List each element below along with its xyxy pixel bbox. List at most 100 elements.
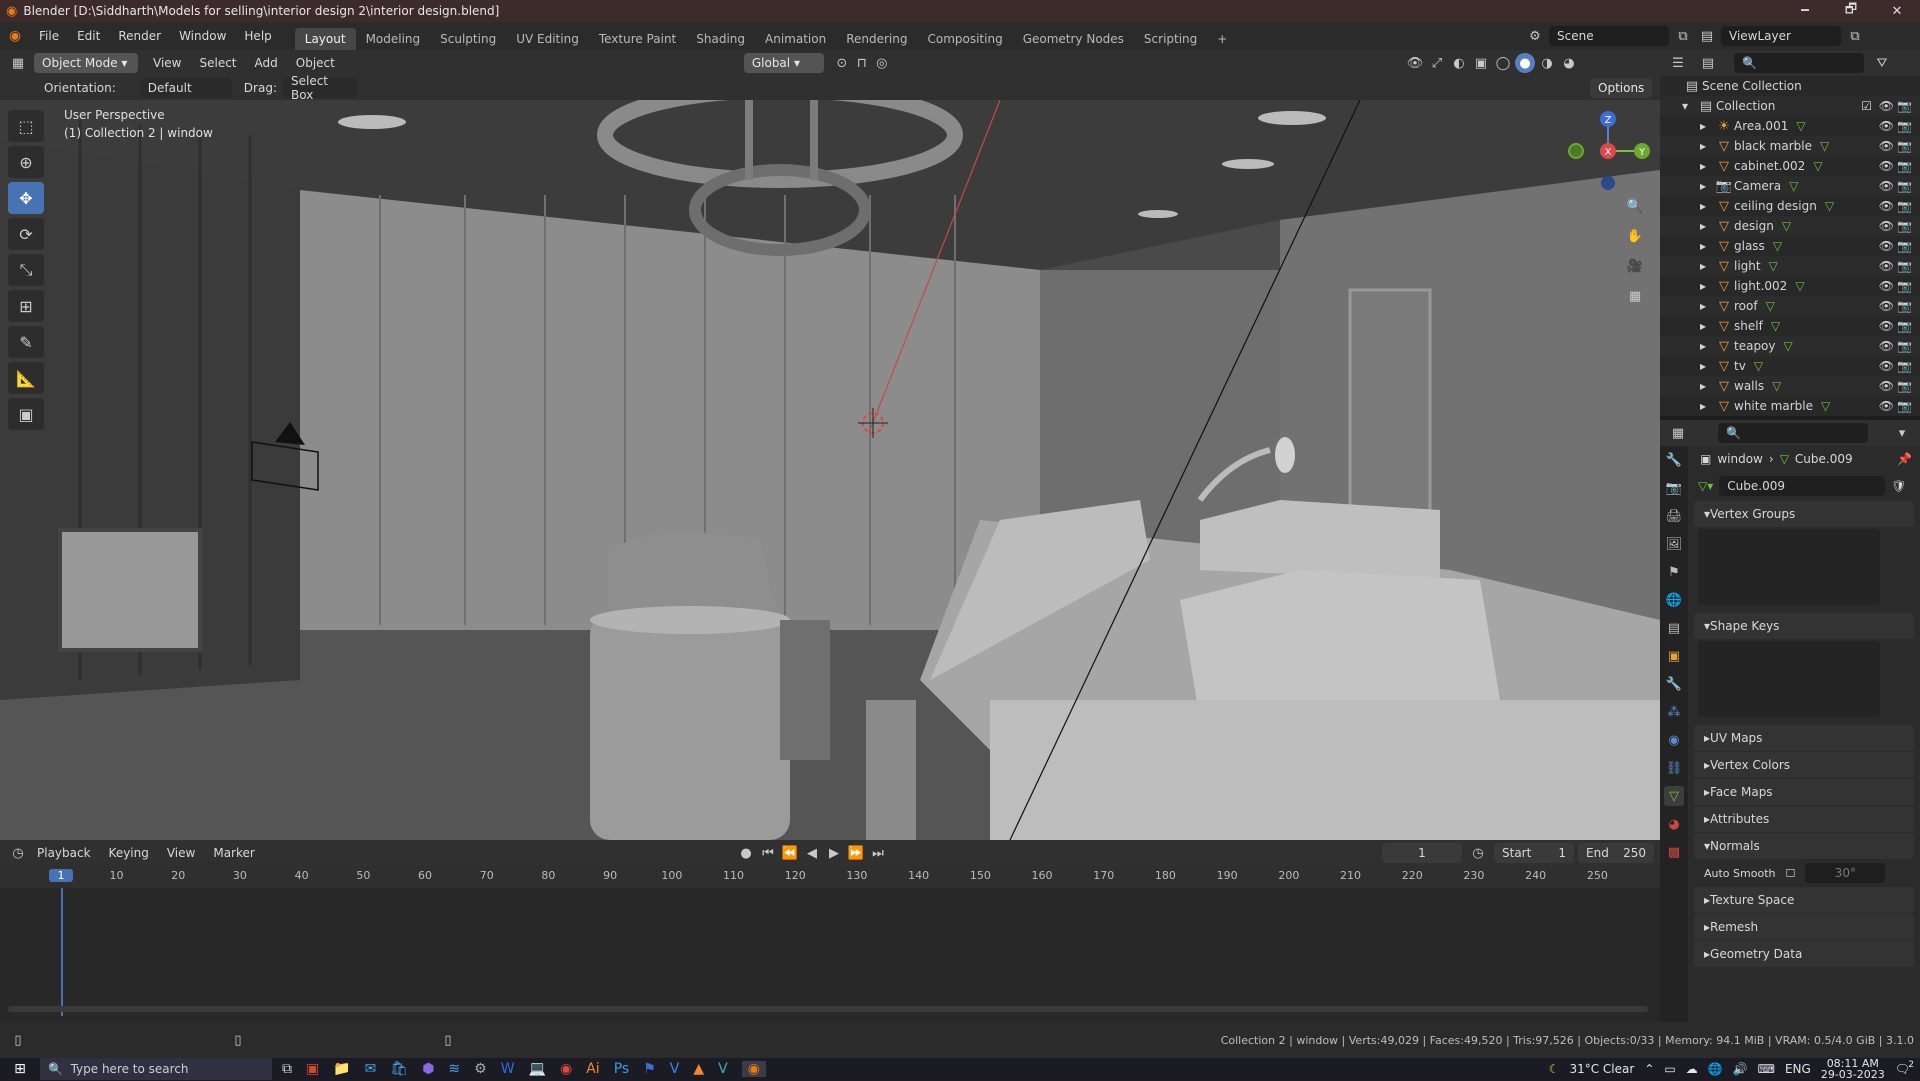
solid-shading-icon[interactable]: ● xyxy=(1515,53,1535,73)
menu-render[interactable]: Render xyxy=(109,29,170,43)
outliner-item[interactable]: ▸ ▽ roof ▽ 👁 📷 xyxy=(1660,296,1920,316)
outliner-item[interactable]: ▸ ▽ teapoy ▽ 👁 📷 xyxy=(1660,336,1920,356)
expand-item-icon[interactable]: ▸ xyxy=(1700,319,1714,333)
measure-tool-icon[interactable]: 📐 xyxy=(8,362,44,394)
play-reverse-icon[interactable]: ◀ xyxy=(802,843,822,863)
scale-tool-icon[interactable]: ⤡ xyxy=(8,254,44,286)
visibility-toggle-icon[interactable]: 👁 xyxy=(1879,139,1894,153)
expand-item-icon[interactable]: ▸ xyxy=(1700,219,1714,233)
fake-user-icon[interactable]: 🛡 xyxy=(1891,479,1906,493)
app-icon-gear[interactable]: ⚙ xyxy=(474,1061,487,1077)
panel-header[interactable]: ▾ Vertex Groups xyxy=(1694,501,1914,527)
object-data-icon[interactable]: ▽ xyxy=(1784,339,1793,353)
start-frame-field[interactable]: Start 1 xyxy=(1494,843,1574,863)
render-toggle-icon[interactable]: 📷 xyxy=(1897,179,1912,193)
auto-smooth-angle-field[interactable]: 30° xyxy=(1805,863,1886,883)
panel-header[interactable]: ▾ Normals xyxy=(1694,833,1914,859)
outliner-item[interactable]: ▸ ▽ cabinet.002 ▽ 👁 📷 xyxy=(1660,156,1920,176)
rotate-tool-icon[interactable]: ⟳ xyxy=(8,218,44,250)
expand-item-icon[interactable]: ▸ xyxy=(1700,179,1714,193)
blender-taskbar-icon[interactable]: ◉ xyxy=(741,1061,766,1077)
outliner-item[interactable]: ▸ ▽ walls ▽ 👁 📷 xyxy=(1660,376,1920,396)
expand-item-icon[interactable]: ▸ xyxy=(1700,279,1714,293)
menu-object[interactable]: Object xyxy=(287,56,344,70)
menu-view[interactable]: View xyxy=(144,56,190,70)
expand-item-icon[interactable]: ▸ xyxy=(1700,339,1714,353)
powerpoint-icon[interactable]: ▣ xyxy=(306,1061,319,1077)
expand-item-icon[interactable]: ▸ xyxy=(1700,159,1714,173)
current-frame-field[interactable]: 1 xyxy=(1382,843,1462,863)
panel-header[interactable]: ▸ Vertex Colors xyxy=(1694,752,1914,778)
tray-icon-battery[interactable]: ▭ xyxy=(1664,1062,1675,1076)
tray-expand-icon[interactable]: ⌃ xyxy=(1644,1062,1654,1076)
object-data-icon[interactable]: ▽ xyxy=(1772,379,1781,393)
material-tab-icon[interactable]: ◕ xyxy=(1664,814,1684,834)
visibility-toggle-icon[interactable]: 👁 xyxy=(1879,119,1894,133)
timeline-editor-icon[interactable]: ◷ xyxy=(8,843,28,863)
transform-tool-icon[interactable]: ⊞ xyxy=(8,290,44,322)
expand-item-icon[interactable]: ▸ xyxy=(1700,259,1714,273)
record-icon[interactable]: ● xyxy=(736,843,756,863)
mesh-browse-icon[interactable]: ▽▾ xyxy=(1698,479,1713,493)
frame-ruler[interactable]: 1 10 20 30 40 50 60 70 80 90 100 110 120 130 140 150 160… xyxy=(0,866,1660,888)
render-toggle-icon[interactable]: 📷 xyxy=(1897,379,1912,393)
output-tab-icon[interactable]: 🖨 xyxy=(1664,506,1684,526)
pivot-icon[interactable]: ⊙ xyxy=(832,53,852,73)
view-layer-tab-icon[interactable]: 🖼 xyxy=(1664,534,1684,554)
file-explorer-icon[interactable]: 📁 xyxy=(333,1061,350,1077)
zoom-icon[interactable]: 🔍 xyxy=(1625,196,1645,216)
app-icon-laptop[interactable]: 💻 xyxy=(529,1061,546,1077)
visibility-toggle-icon[interactable]: 👁 xyxy=(1879,359,1894,373)
viewlayer-selector[interactable]: ViewLayer xyxy=(1721,26,1841,46)
menu-playback[interactable]: Playback xyxy=(28,846,100,860)
language-indicator[interactable]: ENG xyxy=(1785,1062,1811,1076)
auto-smooth-checkbox[interactable]: ☐ xyxy=(1785,867,1795,880)
tray-icon-keyboard[interactable]: ⌨ xyxy=(1758,1062,1775,1076)
app-icon-wave[interactable]: ≋ xyxy=(448,1061,460,1077)
xray-icon[interactable]: ▣ xyxy=(1471,53,1491,73)
tab-animation[interactable]: Animation xyxy=(755,28,836,50)
expand-item-icon[interactable]: ▸ xyxy=(1700,139,1714,153)
render-toggle-icon[interactable]: 📷 xyxy=(1897,119,1912,133)
object-data-icon[interactable]: ▽ xyxy=(1769,259,1778,273)
render-toggle-icon[interactable]: 📷 xyxy=(1897,399,1912,413)
app-icon-hexagon[interactable]: ⬢ xyxy=(422,1061,434,1077)
minimize-button[interactable]: 🗕 xyxy=(1782,0,1828,22)
tab-scripting[interactable]: Scripting xyxy=(1134,28,1207,50)
menu-select[interactable]: Select xyxy=(190,56,245,70)
outliner-item[interactable]: ▸ ☀ Area.001 ▽ 👁 📷 xyxy=(1660,116,1920,136)
outliner-item[interactable]: ▸ ▽ light.002 ▽ 👁 📷 xyxy=(1660,276,1920,296)
illustrator-icon[interactable]: Ai xyxy=(586,1061,599,1077)
store-icon[interactable]: 🛍 xyxy=(390,1061,408,1077)
timeline-scrollbar[interactable] xyxy=(8,1006,1648,1012)
object-tab-icon[interactable]: ▣ xyxy=(1664,646,1684,666)
visibility-toggle-icon[interactable]: 👁 xyxy=(1879,319,1894,333)
wireframe-shading-icon[interactable]: ◯ xyxy=(1493,53,1513,73)
menu-file[interactable]: File xyxy=(30,29,68,43)
tab-compositing[interactable]: Compositing xyxy=(917,28,1012,50)
visibility-toggle-icon[interactable]: 👁 xyxy=(1879,199,1894,213)
mesh-name-field[interactable]: Cube.009 xyxy=(1719,476,1886,496)
outliner-item[interactable]: ▸ ▽ glass ▽ 👁 📷 xyxy=(1660,236,1920,256)
annotate-tool-icon[interactable]: ✎ xyxy=(8,326,44,358)
app-icon-v[interactable]: V xyxy=(670,1061,680,1077)
outliner-item[interactable]: ▸ ▽ light ▽ 👁 📷 xyxy=(1660,256,1920,276)
chrome-icon[interactable]: ◉ xyxy=(560,1061,572,1077)
tab-modeling[interactable]: Modeling xyxy=(356,28,431,50)
object-data-icon[interactable]: ▽ xyxy=(1825,199,1834,213)
menu-edit[interactable]: Edit xyxy=(68,29,109,43)
visibility-icon[interactable]: 👁 xyxy=(1405,53,1425,73)
panel-header[interactable]: ▸ Face Maps xyxy=(1694,779,1914,805)
expand-item-icon[interactable]: ▸ xyxy=(1700,239,1714,253)
menu-keying[interactable]: Keying xyxy=(100,846,158,860)
tool-tab-icon[interactable]: 🔧 xyxy=(1664,450,1684,470)
scene-collection-row[interactable]: ▤ Scene Collection xyxy=(1660,76,1920,96)
transform-orientation-selector[interactable]: Global ▾ xyxy=(743,53,824,73)
outliner-search-input[interactable]: 🔍 xyxy=(1734,53,1864,73)
orientation-selector[interactable]: Default xyxy=(139,78,232,98)
visibility-toggle-icon[interactable]: 👁 xyxy=(1879,179,1894,193)
panel-header[interactable]: ▸ Attributes xyxy=(1694,806,1914,832)
restore-button[interactable]: 🗗 xyxy=(1828,0,1874,22)
collection-tab-icon[interactable]: ▤ xyxy=(1664,618,1684,638)
end-frame-field[interactable]: End 250 xyxy=(1578,843,1654,863)
